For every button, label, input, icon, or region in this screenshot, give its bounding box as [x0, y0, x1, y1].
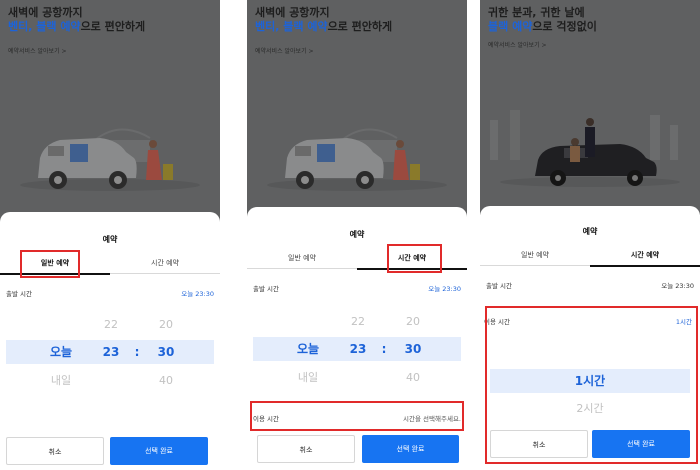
screen-hourly-reservation: 새벽에 공항까지 벤티, 블랙 예약으로 편안하게 예약서비스 알아보기 > 예… — [247, 0, 467, 470]
confirm-button[interactable]: 선택 완료 — [592, 430, 690, 458]
cancel-button[interactable]: 취소 — [6, 437, 104, 465]
picker-minute-selected[interactable]: 30 — [398, 337, 428, 361]
promo-highlight: 벤티, 블랙 예약 — [255, 20, 328, 33]
departure-row: 출발 시간 오늘 23:30 — [486, 280, 694, 290]
usage-time-placeholder[interactable]: 시간을 선택해주세요. — [403, 413, 461, 423]
promo-line1: 새벽에 공항까지 — [8, 6, 83, 19]
black-car-illustration — [490, 110, 680, 187]
tab-general[interactable]: 일반 예약 — [0, 252, 110, 275]
promo-banner: 귀한 분과, 귀한 날에 블랙 예약으로 걱정없이 예약서비스 알아보기 > — [480, 0, 700, 215]
departure-value: 오늘 23:30 — [181, 290, 214, 298]
duration-option[interactable]: 2시간 — [490, 397, 690, 421]
reservation-sheet: 예약 일반 예약 시간 예약 출발 시간 오늘 23:30 이용 시간 1시간 … — [480, 206, 700, 470]
duration-selected[interactable]: 1시간 — [490, 369, 690, 393]
promo-title: 새벽에 공항까지 벤티, 블랙 예약으로 편안하게 — [8, 6, 145, 34]
promo-title: 귀한 분과, 귀한 날에 블랙 예약으로 걱정없이 — [488, 6, 597, 34]
reservation-sheet: 예약 일반 예약 시간 예약 출발 시간 오늘 23:30 22 20 오늘 2… — [247, 207, 467, 470]
promo-line2: 으로 걱정없이 — [532, 20, 597, 33]
cancel-button[interactable]: 취소 — [490, 430, 588, 458]
confirm-button[interactable]: 선택 완료 — [362, 435, 459, 463]
picker-separator: : — [134, 345, 140, 359]
picker-row-selected[interactable]: 오늘 23 : 30 — [6, 340, 214, 364]
tab-hourly[interactable]: 시간 예약 — [110, 252, 220, 274]
picker-hour[interactable]: 22 — [96, 313, 126, 337]
taxi-illustration — [20, 128, 200, 191]
picker-day-selected[interactable]: 오늘 — [283, 337, 333, 361]
tab-hourly[interactable]: 시간 예약 — [590, 244, 700, 267]
departure-value: 오늘 23:30 — [428, 285, 461, 293]
reservation-sheet: 예약 일반 예약 시간 예약 출발 시간 오늘 23:30 22 20 오늘 2… — [0, 212, 220, 470]
picker-minute[interactable]: 40 — [151, 369, 181, 393]
picker-row-below[interactable]: 내일 40 — [6, 369, 214, 393]
tab-bar: 일반 예약 시간 예약 — [247, 247, 467, 270]
picker-minute[interactable]: 20 — [398, 310, 428, 334]
picker-hour[interactable] — [343, 366, 373, 390]
picker-row-below[interactable]: 내일 40 — [253, 366, 461, 390]
picker-hour-selected[interactable]: 23 — [96, 340, 126, 364]
picker-day[interactable]: 내일 — [36, 369, 86, 393]
screen-hourly-duration: 귀한 분과, 귀한 날에 블랙 예약으로 걱정없이 예약서비스 알아보기 > 예… — [480, 0, 700, 470]
usage-time-row[interactable]: 이용 시간 1시간 — [484, 316, 696, 326]
usage-time-value: 1시간 — [675, 318, 692, 326]
picker-day[interactable] — [283, 310, 333, 334]
sheet-title: 예약 — [102, 235, 118, 244]
learn-more-link[interactable]: 예약서비스 알아보기 > — [8, 46, 67, 55]
usage-time-row[interactable]: 이용 시간 시간을 선택해주세요. — [253, 413, 461, 423]
picker-row-above[interactable]: 22 20 — [6, 313, 214, 337]
promo-line2: 으로 편안하게 — [80, 20, 146, 33]
screen-general-reservation: 새벽에 공항까지 벤티, 블랙 예약으로 편안하게 예약서비스 알아보기 > 예… — [0, 0, 220, 470]
promo-banner: 새벽에 공항까지 벤티, 블랙 예약으로 편안하게 예약서비스 알아보기 > — [247, 0, 467, 225]
picker-minute[interactable]: 40 — [398, 366, 428, 390]
sheet-title: 예약 — [582, 227, 598, 236]
picker-separator: : — [381, 342, 387, 356]
tab-general[interactable]: 일반 예약 — [480, 244, 590, 266]
departure-row: 출발 시간 오늘 23:30 — [6, 288, 214, 298]
promo-line1: 새벽에 공항까지 — [255, 6, 330, 19]
usage-time-label: 이용 시간 — [253, 415, 279, 423]
departure-label: 출발 시간 — [486, 282, 512, 290]
promo-banner: 새벽에 공항까지 벤티, 블랙 예약으로 편안하게 예약서비스 알아보기 > — [0, 0, 220, 225]
promo-line2: 으로 편안하게 — [327, 20, 393, 33]
picker-hour[interactable] — [96, 369, 126, 393]
departure-value: 오늘 23:30 — [661, 282, 694, 290]
promo-title: 새벽에 공항까지 벤티, 블랙 예약으로 편안하게 — [255, 6, 392, 34]
departure-row: 출발 시간 오늘 23:30 — [253, 283, 461, 293]
picker-minute[interactable]: 20 — [151, 313, 181, 337]
tab-bar: 일반 예약 시간 예약 — [0, 252, 220, 275]
picker-hour[interactable]: 22 — [343, 310, 373, 334]
tab-general[interactable]: 일반 예약 — [247, 247, 357, 269]
learn-more-link[interactable]: 예약서비스 알아보기 > — [488, 40, 547, 49]
promo-line1: 귀한 분과, 귀한 날에 — [488, 6, 585, 19]
picker-row-selected[interactable]: 오늘 23 : 30 — [253, 337, 461, 361]
departure-label: 출발 시간 — [6, 290, 32, 298]
confirm-button[interactable]: 선택 완료 — [110, 437, 208, 465]
usage-time-label: 이용 시간 — [484, 318, 510, 326]
picker-hour-selected[interactable]: 23 — [343, 337, 373, 361]
sheet-title: 예약 — [349, 230, 365, 239]
promo-highlight: 벤티, 블랙 예약 — [8, 20, 81, 33]
picker-day[interactable] — [36, 313, 86, 337]
cancel-button[interactable]: 취소 — [257, 435, 355, 463]
picker-minute-selected[interactable]: 30 — [151, 340, 181, 364]
tab-hourly[interactable]: 시간 예약 — [357, 247, 467, 270]
taxi-illustration — [267, 128, 447, 191]
departure-label: 출발 시간 — [253, 285, 279, 293]
duration-option-selected[interactable]: 1시간 — [490, 369, 690, 393]
picker-day-selected[interactable]: 오늘 — [36, 340, 86, 364]
learn-more-link[interactable]: 예약서비스 알아보기 > — [255, 46, 314, 55]
tab-bar: 일반 예약 시간 예약 — [480, 244, 700, 267]
picker-row-above[interactable]: 22 20 — [253, 310, 461, 334]
promo-highlight: 블랙 예약 — [488, 20, 533, 33]
picker-day[interactable]: 내일 — [283, 366, 333, 390]
duration-option-label[interactable]: 2시간 — [490, 397, 690, 421]
